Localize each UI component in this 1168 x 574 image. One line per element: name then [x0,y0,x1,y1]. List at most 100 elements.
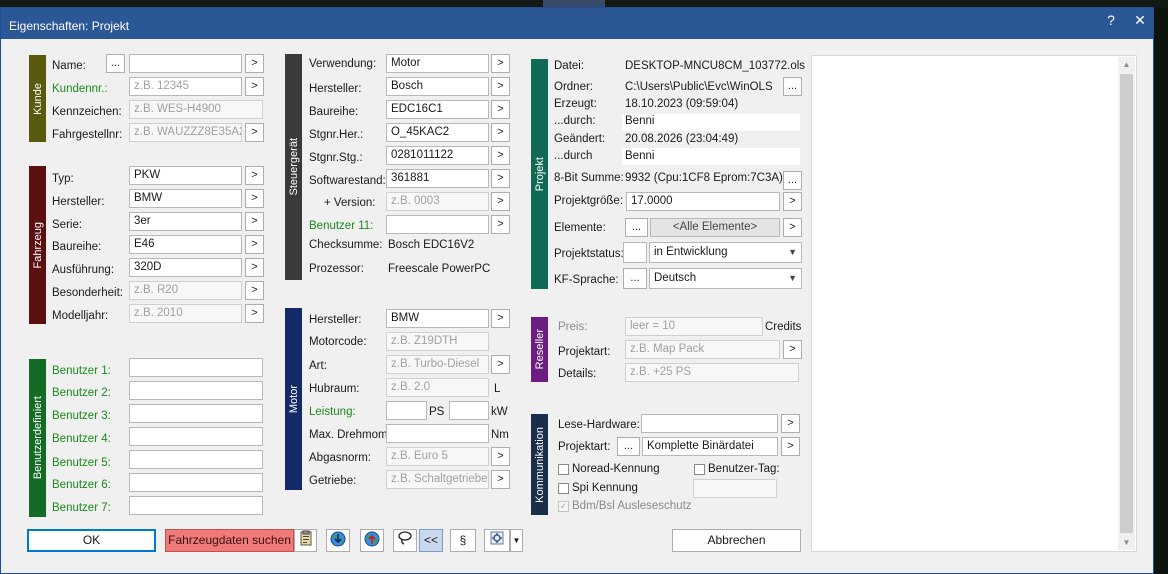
motor-hersteller-input[interactable]: BMW [386,309,489,328]
hubraum-input[interactable]: z.B. 2.0 [386,378,489,397]
name-input[interactable] [129,54,242,73]
benutzer-5-input[interactable] [129,450,263,469]
scroll-down-icon[interactable]: ▼ [1118,538,1135,547]
globe-download-button[interactable] [326,529,350,552]
paragraph-button[interactable]: § [450,529,476,552]
benutzer-4-input[interactable] [129,427,263,446]
kom-projektart-input[interactable]: Komplette Binärdatei [642,437,778,456]
besonderheit-input[interactable]: z.B. R20 [129,281,242,300]
spi-checkbox[interactable] [558,483,569,494]
notes-scrollbar[interactable]: ▲ ▼ [1118,57,1135,550]
art-input[interactable]: z.B. Turbo-Diesel [386,355,489,374]
hardware-arrow-button[interactable]: > [781,414,800,433]
noread-checkbox[interactable] [558,464,569,475]
kfsprache-browse-button[interactable]: ... [623,268,647,289]
preis-input[interactable]: leer = 10 [625,317,763,336]
getriebe-arrow-button[interactable]: > [491,470,510,489]
reseller-projektart-arrow-button[interactable]: > [783,340,802,359]
typ-arrow-button[interactable]: > [245,166,264,185]
clipboard-button[interactable] [294,529,317,552]
drehmom-input[interactable] [386,424,489,443]
elemente-field[interactable]: <Alle Elemente> [650,218,780,237]
elemente-browse-button[interactable]: ... [625,218,648,237]
abgasnorm-arrow-button[interactable]: > [491,447,510,466]
verwendung-arrow-button[interactable]: > [491,54,510,73]
benutzer-7-input[interactable] [129,496,263,515]
abgasnorm-input[interactable]: z.B. Euro 5 [386,447,489,466]
reseller-projektart-input[interactable]: z.B. Map Pack [625,340,780,359]
name-arrow-button[interactable]: > [245,54,264,73]
projektstatus-color-box[interactable] [623,242,647,263]
summe-browse-button[interactable]: ... [783,171,802,190]
name-browse-button[interactable]: ... [106,54,125,73]
details-input[interactable]: z.B. +25 PS [625,363,799,382]
ausfuehrung-input[interactable]: 320D [129,258,242,277]
ok-button[interactable]: OK [27,529,156,552]
notes-panel[interactable]: ▲ ▼ [811,55,1137,552]
sg-hersteller-input[interactable]: Bosch [386,77,489,96]
fz-hersteller-arrow-button[interactable]: > [245,189,264,208]
typ-input[interactable]: PKW [129,166,242,185]
getriebe-input[interactable]: z.B. Schaltgetriebe [386,470,489,489]
cancel-button[interactable]: Abbrechen [672,529,801,552]
sg-baureihe-arrow-button[interactable]: > [491,100,510,119]
softwarestand-input[interactable]: 361881 [386,169,489,188]
benutzer11-input[interactable] [386,215,489,234]
fz-baureihe-input[interactable]: E46 [129,235,242,254]
scrollbar-thumb[interactable] [1120,74,1133,533]
sg-hersteller-arrow-button[interactable]: > [491,77,510,96]
version-input[interactable]: z.B. 0003 [386,192,489,211]
softwarestand-arrow-button[interactable]: > [491,169,510,188]
modelljahr-input[interactable]: z.B. 2010 [129,304,242,323]
scroll-up-icon[interactable]: ▲ [1118,60,1135,69]
art-arrow-button[interactable]: > [491,355,510,374]
fahrgestell-arrow-button[interactable]: > [245,123,264,142]
benutzertag-input[interactable] [693,479,777,498]
fz-hersteller-input[interactable]: BMW [129,189,242,208]
elemente-arrow-button[interactable]: > [783,218,802,237]
stgnr-her-arrow-button[interactable]: > [491,123,510,142]
close-button[interactable]: ✕ [1128,12,1152,29]
besonderheit-arrow-button[interactable]: > [245,281,264,300]
leistung-kw-input[interactable] [449,401,489,420]
motor-hersteller-arrow-button[interactable]: > [491,309,510,328]
leistung-ps-input[interactable] [386,401,427,420]
verwendung-input[interactable]: Motor [386,54,489,73]
search-vehicle-data-button[interactable]: Fahrzeugdaten suchen [165,529,294,552]
benutzer-1-input[interactable] [129,358,263,377]
modelljahr-arrow-button[interactable]: > [245,304,264,323]
hardware-input[interactable] [641,414,778,433]
benutzertag-checkbox[interactable] [694,464,705,475]
benutzer-3-input[interactable] [129,404,263,423]
globe-upload-button[interactable] [360,529,384,552]
sg-baureihe-input[interactable]: EDC16C1 [386,100,489,119]
groesse-input[interactable]: 17.0000 [626,192,780,211]
bdm-checkbox[interactable]: ✓ [558,501,569,512]
kfsprache-select[interactable]: Deutsch ▼ [649,268,802,289]
benutzer-6-input[interactable] [129,473,263,492]
settings-button[interactable] [484,529,510,552]
lasso-button[interactable] [393,529,417,552]
ausfuehrung-arrow-button[interactable]: > [245,258,264,277]
benutzer-2-input[interactable] [129,381,263,400]
stgnr-stg-input[interactable]: 0281011122 [386,146,489,165]
kundennr-input[interactable]: z.B. 12345 [129,77,242,96]
fz-baureihe-arrow-button[interactable]: > [245,235,264,254]
groesse-arrow-button[interactable]: > [783,192,802,211]
stgnr-her-input[interactable]: O_45KAC2 [386,123,489,142]
kundennr-arrow-button[interactable]: > [245,77,264,96]
projektstatus-select[interactable]: in Entwicklung ▼ [649,242,802,263]
version-arrow-button[interactable]: > [491,192,510,211]
kom-projektart-arrow-button[interactable]: > [781,437,800,456]
collapse-button[interactable]: << [419,529,443,552]
serie-input[interactable]: 3er [129,212,242,231]
motorcode-input[interactable]: z.B. Z19DTH [386,332,489,351]
benutzer11-arrow-button[interactable]: > [491,215,510,234]
kennzeichen-input[interactable]: z.B. WES-H4900 [129,100,263,119]
serie-arrow-button[interactable]: > [245,212,264,231]
kom-projektart-browse-button[interactable]: ... [617,437,640,456]
help-button[interactable]: ? [1099,12,1123,28]
fahrgestell-input[interactable]: z.B. WAUZZZ8E35A235 [129,123,242,142]
ordner-browse-button[interactable]: ... [783,77,802,96]
settings-dropdown-button[interactable]: ▼ [510,529,523,552]
